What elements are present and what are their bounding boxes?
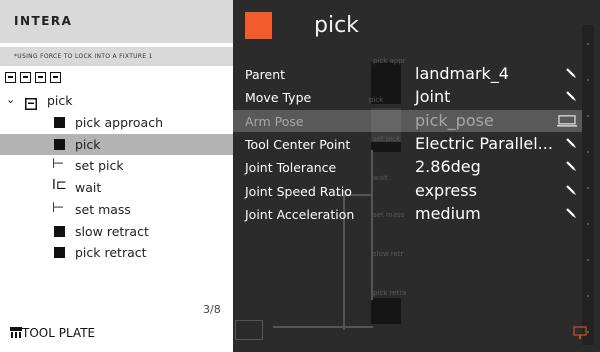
- tree-node-label: pick approach: [75, 115, 163, 130]
- task-description: *USING FORCE TO LOCK INTO A FIXTURE 1: [14, 53, 153, 60]
- property-value: Joint: [415, 87, 451, 107]
- block-icon[interactable]: [20, 72, 31, 83]
- ghost-label: slow retr: [373, 250, 404, 258]
- tree-node[interactable]: ⊢ set mass: [0, 199, 233, 220]
- edit-icon[interactable]: [566, 208, 576, 218]
- property-row[interactable]: Joint Tolerance 2.86deg: [233, 156, 582, 178]
- property-value: medium: [415, 203, 481, 223]
- set-icon: ⊢: [52, 199, 65, 216]
- edit-icon[interactable]: [566, 68, 576, 78]
- set-icon: ⊢: [52, 156, 65, 173]
- page-indicator: 3/8: [203, 303, 221, 316]
- tree-node[interactable]: pick approach: [0, 112, 233, 133]
- property-value: 2.86deg: [415, 157, 481, 177]
- task-bar[interactable]: *USING FORCE TO LOCK INTO A FIXTURE 1: [0, 47, 233, 66]
- scroll-tick: [587, 43, 589, 45]
- wait-icon: I⊏: [52, 178, 67, 194]
- property-row: Arm Pose pick_pose: [233, 109, 582, 132]
- scroll-tick: [587, 259, 589, 261]
- block-icon[interactable]: [50, 72, 61, 83]
- tree-node[interactable]: I⊏ wait: [0, 177, 233, 198]
- tree-node-label: set mass: [75, 201, 131, 217]
- node-toolbar: [5, 72, 61, 86]
- scroll-tick: [587, 151, 589, 153]
- chevron-down-icon[interactable]: ⌄: [6, 93, 15, 106]
- scroll-tick: [587, 79, 589, 81]
- tool-plate-button[interactable]: TOOL PLATE: [10, 326, 95, 340]
- tree-node[interactable]: pick retract: [0, 242, 233, 263]
- tree-node-label: pick retract: [75, 245, 147, 261]
- property-row[interactable]: Parent landmark_4: [233, 63, 582, 85]
- view-toggle-icon[interactable]: [573, 326, 587, 340]
- screen-icon[interactable]: [557, 114, 577, 127]
- scroll-tick: [587, 115, 589, 117]
- property-row[interactable]: Move Type Joint: [233, 86, 582, 108]
- property-value: landmark_4: [415, 64, 509, 83]
- property-row[interactable]: Joint Acceleration medium: [233, 203, 582, 225]
- panel-title: pick: [314, 13, 359, 38]
- scroll-tick: [587, 187, 589, 189]
- node-color-swatch: [245, 12, 272, 39]
- square-icon: [54, 247, 65, 259]
- tree-node[interactable]: ⊢ set pick: [0, 155, 233, 176]
- block-icon[interactable]: [5, 72, 16, 83]
- square-icon: [54, 138, 65, 150]
- square-icon: [54, 117, 65, 128]
- loop-icon[interactable]: [35, 72, 46, 83]
- property-row[interactable]: Joint Speed Ratio express: [233, 180, 582, 202]
- property-key: Parent: [245, 67, 286, 82]
- scroll-tick: [587, 295, 589, 297]
- tree-node[interactable]: slow retract: [0, 221, 233, 242]
- property-value: Electric Parallel...: [415, 133, 553, 153]
- property-key: Arm Pose: [245, 113, 304, 129]
- edit-icon[interactable]: [566, 161, 576, 172]
- square-icon: [54, 225, 65, 237]
- app-title: INTERA: [14, 14, 73, 28]
- scroll-tick: [587, 331, 589, 333]
- property-key: Tool Center Point: [245, 136, 351, 152]
- node-properties-panel: pick appr pick set pick wait set mass sl…: [233, 0, 600, 352]
- edit-icon[interactable]: [566, 184, 576, 195]
- property-key: Joint Speed Ratio: [245, 183, 352, 199]
- property-key: Joint Acceleration: [245, 206, 355, 222]
- tree-node-label: slow retract: [75, 223, 149, 239]
- property-value: pick_pose: [415, 110, 494, 130]
- property-key: Joint Tolerance: [245, 160, 337, 176]
- tree-node[interactable]: pick: [0, 133, 233, 155]
- scroll-tick: [587, 223, 589, 225]
- panel-scroll-rail[interactable]: [582, 25, 594, 345]
- tree-node-label: set pick: [75, 158, 124, 174]
- tree-node-label: pick: [47, 93, 73, 108]
- property-row[interactable]: Tool Center Point Electric Parallel...: [233, 133, 582, 155]
- edit-icon[interactable]: [566, 91, 576, 102]
- tree-node-label: wait: [75, 180, 102, 196]
- property-key: Move Type: [245, 90, 312, 106]
- ghost-label: pick retra: [373, 289, 407, 297]
- tree-node-parent[interactable]: ⌄ pick: [0, 90, 233, 111]
- tool-plate-label: TOOL PLATE: [22, 326, 96, 340]
- app-header: INTERA: [0, 0, 233, 43]
- tree-node-label: pick: [75, 136, 101, 152]
- behavior-tree-panel: INTERA *USING FORCE TO LOCK INTO A FIXTU…: [0, 0, 233, 352]
- edit-icon[interactable]: [566, 138, 576, 148]
- property-value: express: [415, 180, 477, 200]
- tool-plate-icon: [10, 327, 22, 338]
